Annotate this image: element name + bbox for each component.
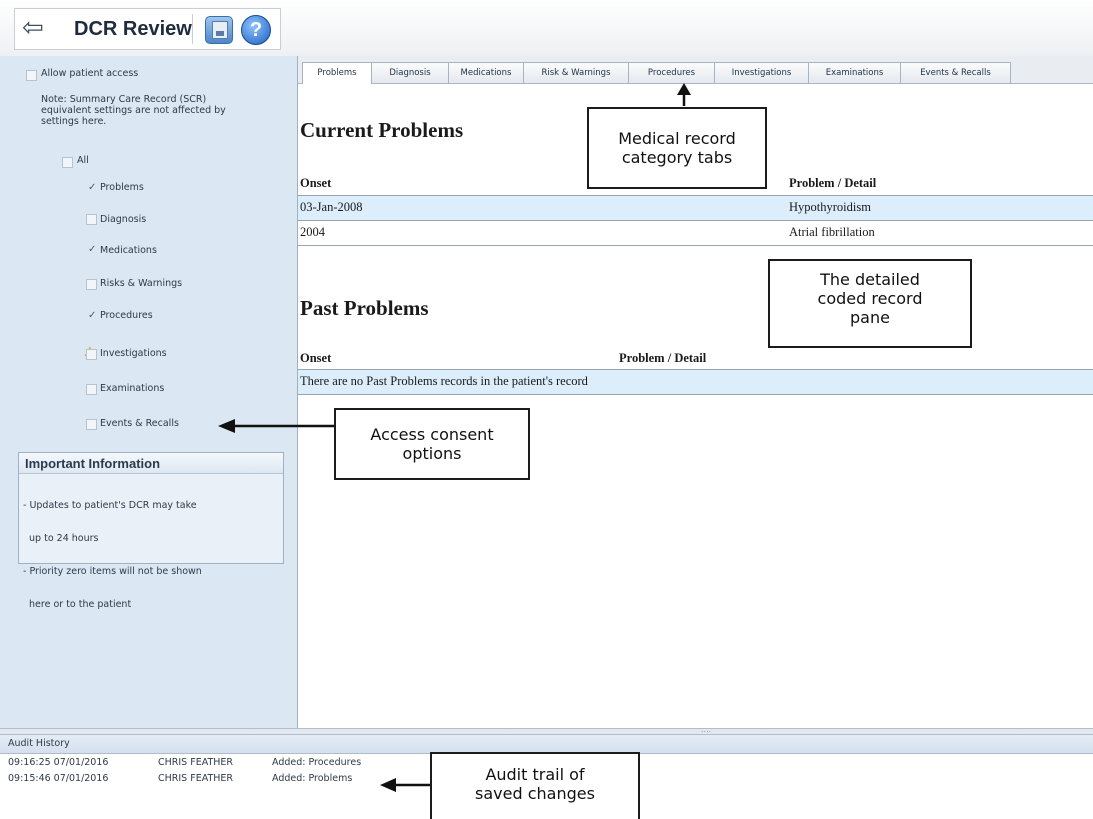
callout-line: saved changes [475, 784, 595, 803]
annotation-arrows [218, 83, 691, 792]
callout-line: Medical record [618, 129, 736, 148]
callout-line: The detailed [820, 270, 920, 289]
callout-tabs: Medical record category tabs [587, 107, 767, 189]
callout-consent: Access consent options [334, 408, 530, 480]
callout-line: Audit trail of [485, 765, 585, 784]
arrow-head [677, 83, 691, 95]
callout-line: Access consent [370, 425, 494, 444]
callout-line: coded record [817, 289, 923, 308]
arrow-head [380, 778, 396, 792]
callout-audit: Audit trail of saved changes [430, 752, 640, 819]
arrow-head [218, 419, 235, 433]
callout-line: options [402, 444, 462, 463]
callout-line: category tabs [621, 148, 733, 167]
callout-line: pane [850, 308, 890, 327]
callout-pane: The detailed coded record pane [768, 259, 972, 348]
